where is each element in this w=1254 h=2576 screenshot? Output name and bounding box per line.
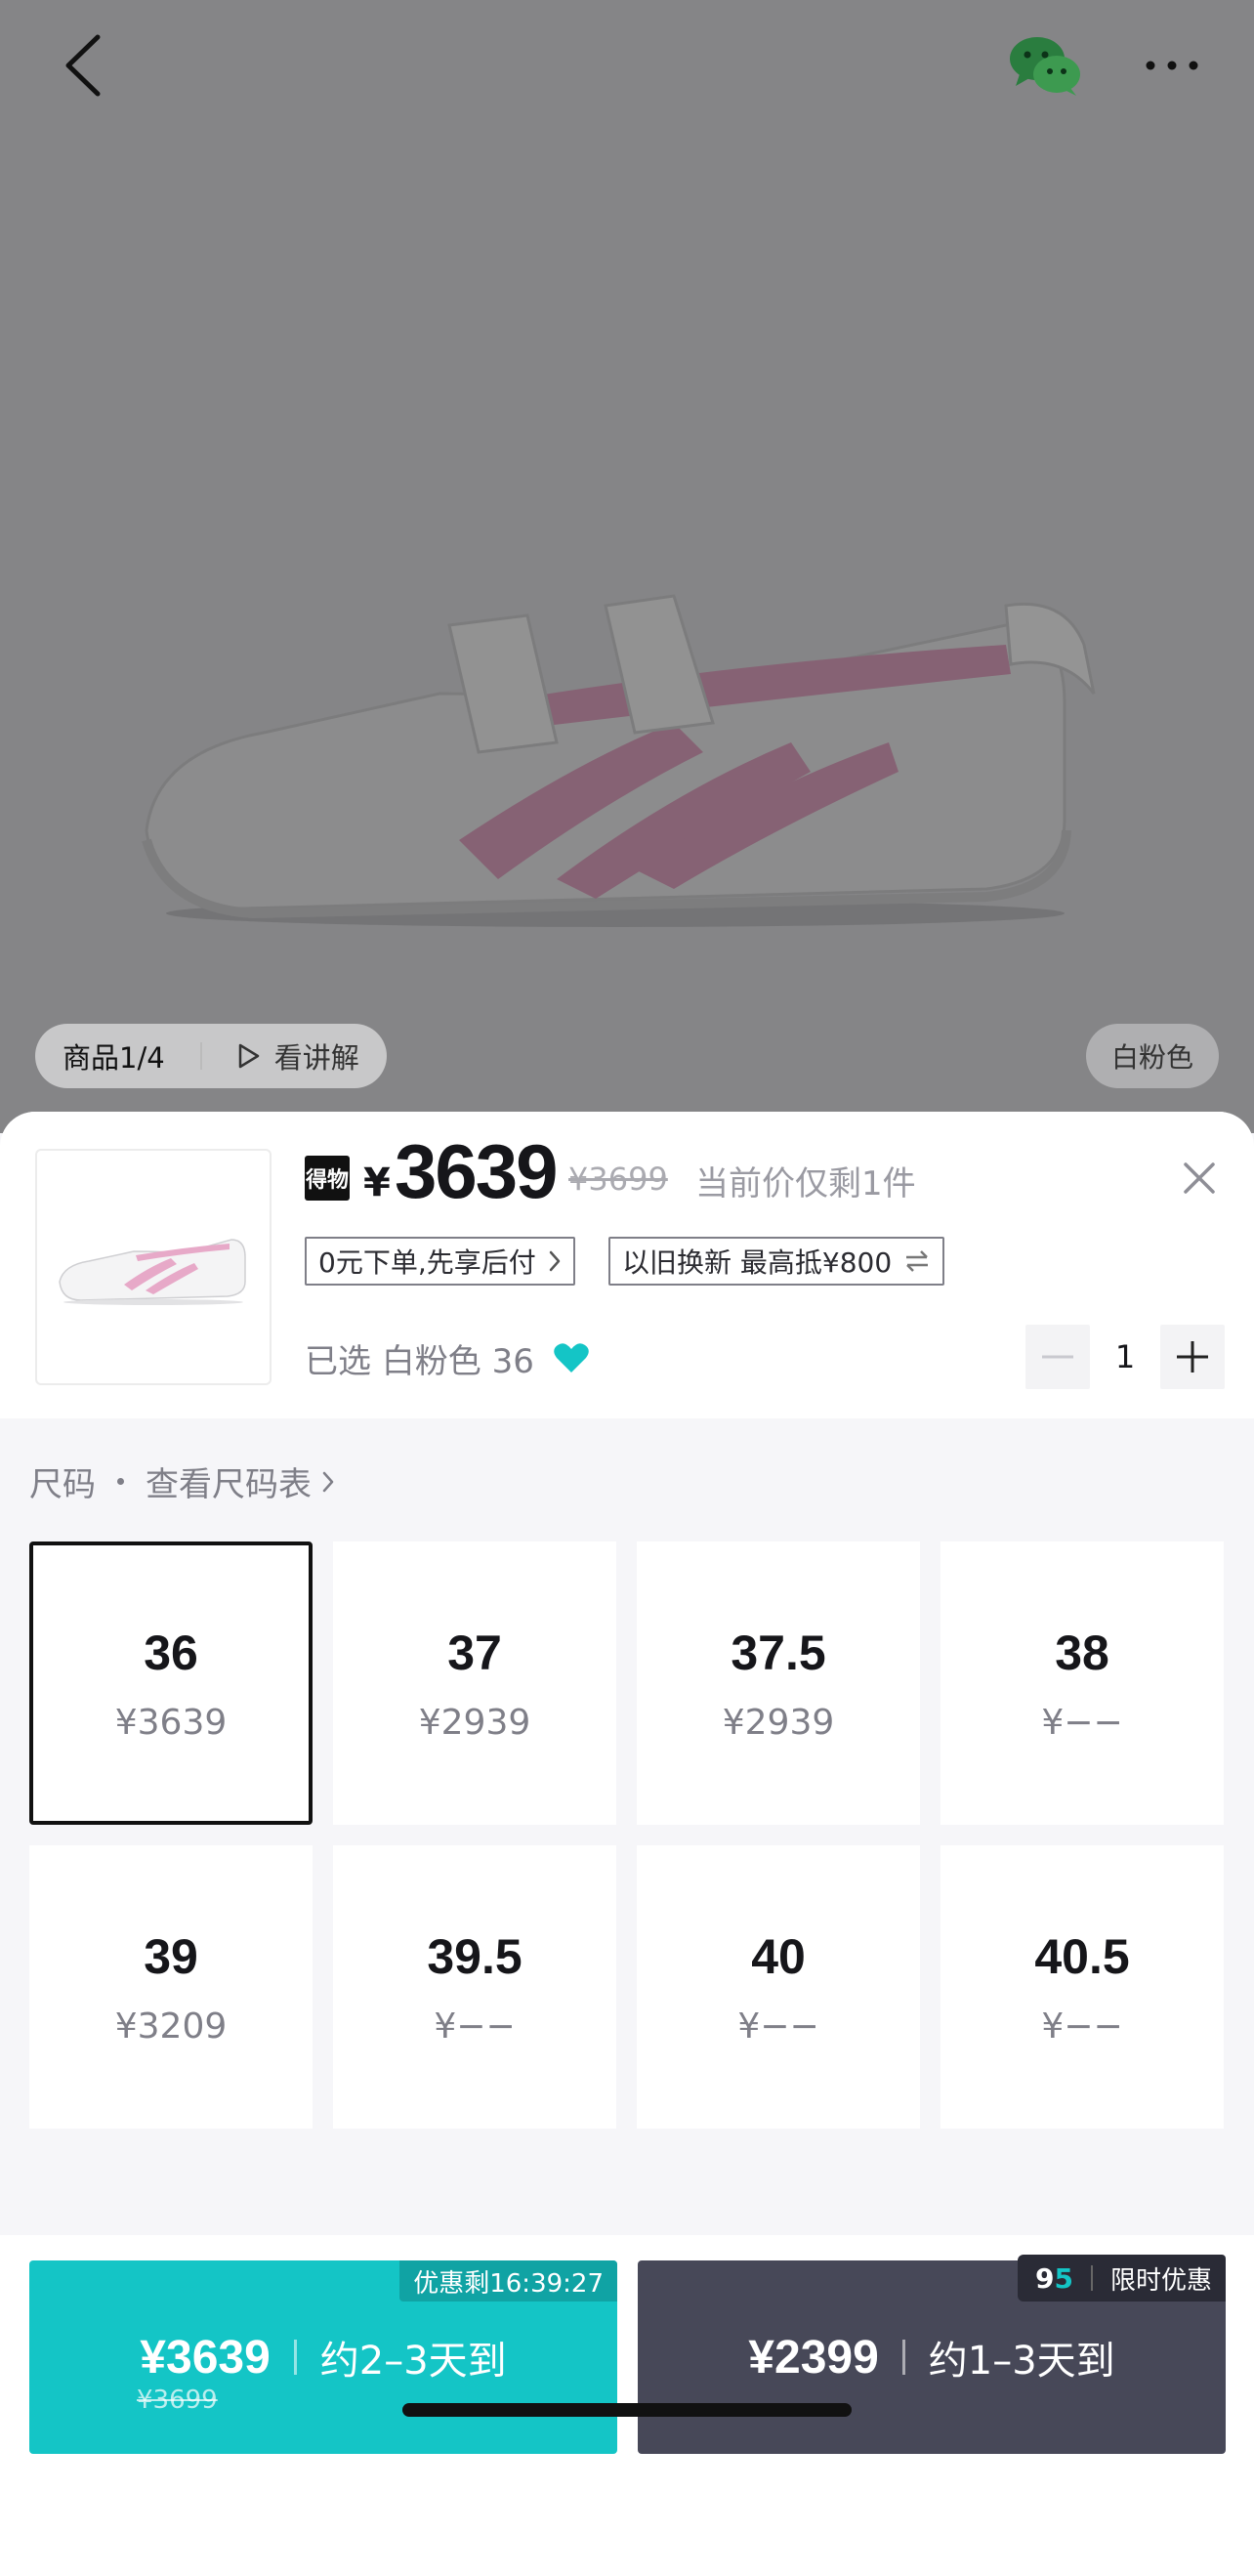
favorite-heart-icon[interactable] <box>553 1341 590 1374</box>
size-price: ¥−− <box>1041 1702 1123 1743</box>
minus-icon <box>1042 1355 1073 1359</box>
delivery-eta: 约1–3天到 <box>928 2339 1115 2384</box>
product-thumbnail[interactable] <box>35 1149 272 1385</box>
buy-price: ¥3639 <box>140 2331 271 2384</box>
home-indicator[interactable] <box>402 2403 852 2417</box>
selected-variant-label: 已选 白粉色 36 <box>305 1342 534 1381</box>
size-price: ¥−− <box>1041 2006 1123 2047</box>
limited-offer-badge: 95 限时优惠 <box>1018 2255 1226 2302</box>
size-option-37[interactable]: 37 ¥2939 <box>333 1541 616 1825</box>
more-options-icon[interactable] <box>1143 51 1201 80</box>
pay-later-label: 0元下单,先享后付 <box>318 1246 536 1279</box>
size-number: 38 <box>1055 1625 1109 1680</box>
size-price: ¥2939 <box>418 1702 531 1743</box>
trade-in-promo[interactable]: 以旧换新 最高抵¥800 <box>608 1237 945 1286</box>
size-option-38[interactable]: 38 ¥−− <box>940 1541 1224 1825</box>
size-number: 36 <box>144 1625 198 1680</box>
product-image-area[interactable]: 商品1/4 看讲解 白粉色 <box>0 0 1254 1133</box>
original-price: ¥3699 <box>568 1161 668 1198</box>
buy-divider <box>901 2340 905 2375</box>
close-icon[interactable] <box>1180 1159 1219 1198</box>
quantity-decrease-button[interactable] <box>1025 1325 1090 1389</box>
size-option-40-5[interactable]: 40.5 ¥−− <box>940 1845 1224 2129</box>
size-option-37-5[interactable]: 37.5 ¥2939 <box>637 1541 920 1825</box>
exchange-icon <box>906 1250 929 1272</box>
chevron-right-icon <box>549 1250 560 1272</box>
size-option-39[interactable]: 39 ¥3209 <box>29 1845 313 2129</box>
discount-timer-badge: 优惠剩16:39:27 <box>399 2260 617 2302</box>
quantity-value: 1 <box>1114 1338 1136 1375</box>
95-logo-accent-digit: 5 <box>1054 2261 1073 2295</box>
tab-divider <box>199 1042 202 1070</box>
chevron-right-icon <box>322 1471 334 1492</box>
wechat-share-icon[interactable] <box>1008 35 1082 96</box>
95-logo-digit: 9 <box>1035 2261 1055 2295</box>
plus-icon <box>1177 1341 1208 1372</box>
95-logo: 95 <box>1018 2255 1091 2302</box>
size-number: 37 <box>447 1625 502 1680</box>
size-price: ¥−− <box>737 2006 819 2047</box>
quantity-increase-button[interactable] <box>1160 1325 1225 1389</box>
size-price: ¥3639 <box>114 1702 228 1743</box>
buy-price: ¥2399 <box>748 2331 879 2384</box>
shoe-thumbnail-image <box>59 1239 246 1305</box>
size-number: 40 <box>751 1928 806 1984</box>
size-price: ¥−− <box>434 2006 516 2047</box>
currency-symbol: ¥ <box>363 1161 391 1205</box>
tab-video-explanation[interactable]: 看讲解 <box>237 1035 359 1077</box>
color-tag: 白粉色 <box>1085 1024 1219 1088</box>
separator-dot <box>117 1478 124 1485</box>
pay-later-promo[interactable]: 0元下单,先享后付 <box>305 1237 575 1286</box>
size-grid: 36 ¥3639 37 ¥2939 37.5 ¥2939 38 ¥−− 39 ¥… <box>29 1541 1225 2129</box>
tab-product-images[interactable]: 商品1/4 <box>63 1035 165 1077</box>
size-section-header: 尺码 查看尺码表 <box>29 1457 335 1505</box>
buy-button-standard[interactable]: 优惠剩16:39:27 ¥3639 约2–3天到 ¥3699 <box>29 2260 617 2454</box>
size-number: 39 <box>144 1928 198 1984</box>
buy-divider <box>293 2340 297 2375</box>
media-tabs: 商品1/4 看讲解 <box>35 1024 387 1088</box>
size-chart-link[interactable]: 查看尺码表 <box>146 1457 312 1505</box>
limited-offer-label: 限时优惠 <box>1109 2265 1212 2296</box>
size-price: ¥2939 <box>722 1702 835 1743</box>
size-option-40[interactable]: 40 ¥−− <box>637 1845 920 2129</box>
size-option-39-5[interactable]: 39.5 ¥−− <box>333 1845 616 2129</box>
brand-logo-badge: 得物 <box>305 1156 350 1201</box>
size-section-title: 尺码 <box>29 1465 96 1504</box>
back-arrow-icon[interactable] <box>59 31 107 100</box>
play-icon <box>238 1043 259 1069</box>
size-option-36[interactable]: 36 ¥3639 <box>29 1541 313 1825</box>
sheet-header: 得物 ¥ 3639 ¥3699 当前价仅剩1件 0元下单,先享后付 以旧换新 最… <box>0 1112 1254 1418</box>
tab-video-label: 看讲解 <box>273 1041 359 1075</box>
stock-note: 当前价仅剩1件 <box>695 1164 916 1204</box>
buy-original-price: ¥3699 <box>137 2386 218 2415</box>
dim-overlay[interactable] <box>0 0 1254 1133</box>
current-price: 3639 <box>395 1128 559 1214</box>
size-number: 37.5 <box>731 1625 826 1680</box>
trade-in-label: 以旧换新 最高抵¥800 <box>622 1246 893 1279</box>
size-number: 40.5 <box>1034 1928 1130 1984</box>
size-price: ¥3209 <box>114 2006 228 2047</box>
size-number: 39.5 <box>427 1928 522 1984</box>
delivery-eta: 约2–3天到 <box>319 2339 507 2384</box>
buy-button-discount[interactable]: 95 限时优惠 ¥2399 约1–3天到 <box>638 2255 1226 2454</box>
